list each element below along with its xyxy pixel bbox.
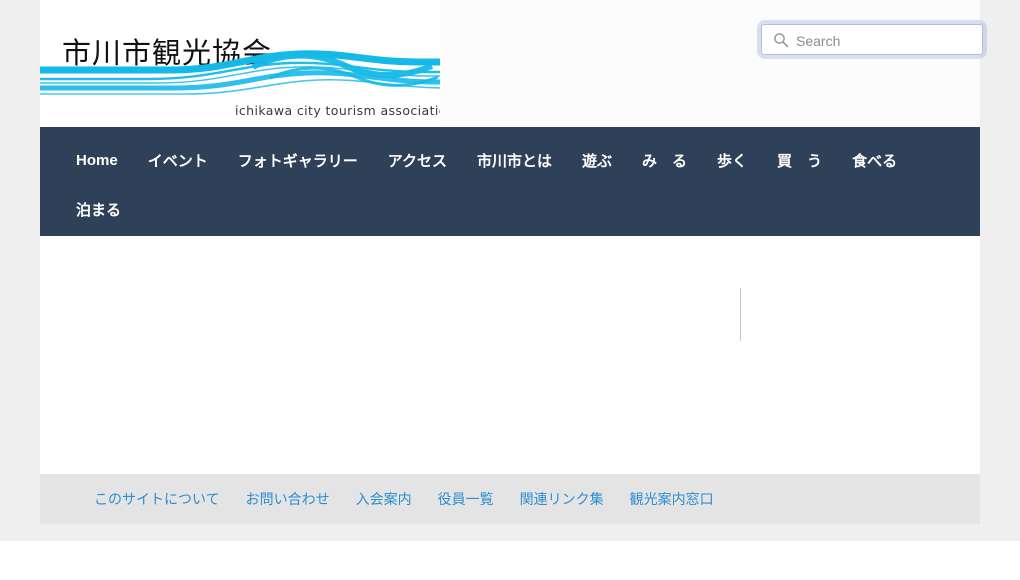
search-icon [774,33,789,48]
footer-link-officers[interactable]: 役員一覧 [438,489,494,509]
main-content-area [40,236,980,474]
site-container: 市川市観光協会 ichikawa city tourism associatio… [40,0,983,524]
nav-row-secondary: 泊まる [76,185,980,233]
nav-item-home[interactable]: Home [76,152,118,169]
nav-item-stay[interactable]: 泊まる [76,199,121,220]
nav-item-photo-gallery[interactable]: フォトギャラリー [238,150,358,171]
footer-link-about-site[interactable]: このサイトについて [94,489,220,509]
site-footer: このサイトについて お問い合わせ 入会案内 役員一覧 関連リンク集 観光案内窓口 [40,474,980,524]
nav-row-primary: Home イベント フォトギャラリー アクセス 市川市とは 遊ぶ み る 歩く … [76,127,980,185]
footer-link-membership[interactable]: 入会案内 [356,489,412,509]
nav-item-walk[interactable]: 歩く [717,150,747,171]
nav-item-buy[interactable]: 買 う [777,150,822,171]
search-input[interactable] [794,25,980,56]
browser-viewport: 市川市観光協会 ichikawa city tourism associatio… [0,0,1020,580]
footer-link-tourist-info[interactable]: 観光案内窓口 [630,489,714,509]
footer-link-related-links[interactable]: 関連リンク集 [520,489,604,509]
nav-item-see[interactable]: み る [642,150,687,171]
search-box[interactable] [761,24,983,56]
main-navigation: Home イベント フォトギャラリー アクセス 市川市とは 遊ぶ み る 歩く … [40,127,980,236]
footer-link-contact[interactable]: お問い合わせ [246,489,330,509]
wave-graphic-icon [40,50,440,95]
site-header: 市川市観光協会 ichikawa city tourism associatio… [40,0,983,127]
content-divider [740,288,741,341]
search-container [761,24,983,56]
site-logo[interactable]: 市川市観光協会 ichikawa city tourism associatio… [40,0,440,127]
nav-item-about-ichikawa[interactable]: 市川市とは [477,150,552,171]
nav-item-access[interactable]: アクセス [388,150,447,171]
nav-item-eat[interactable]: 食べる [852,150,897,171]
nav-item-events[interactable]: イベント [148,150,208,171]
nav-item-play[interactable]: 遊ぶ [582,150,612,171]
logo-subtitle: ichikawa city tourism association [235,103,440,118]
